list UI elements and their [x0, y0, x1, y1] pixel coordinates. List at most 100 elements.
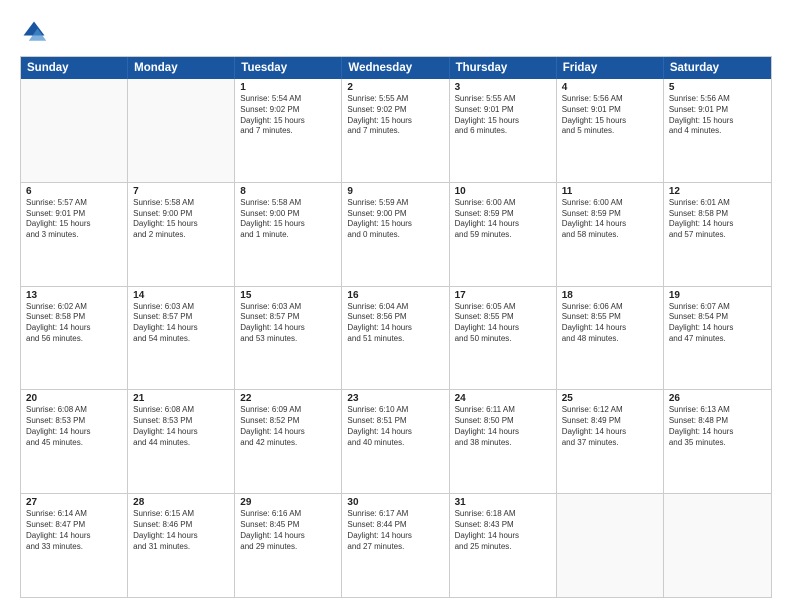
- day-number: 17: [455, 290, 551, 301]
- calendar-cell: 27Sunrise: 6:14 AMSunset: 8:47 PMDayligh…: [21, 494, 128, 597]
- day-number: 26: [669, 393, 766, 404]
- calendar-cell: 10Sunrise: 6:00 AMSunset: 8:59 PMDayligh…: [450, 183, 557, 286]
- calendar-cell: 31Sunrise: 6:18 AMSunset: 8:43 PMDayligh…: [450, 494, 557, 597]
- header-day-thursday: Thursday: [450, 57, 557, 79]
- day-number: 6: [26, 186, 122, 197]
- cell-info: Sunrise: 5:58 AMSunset: 9:00 PMDaylight:…: [240, 198, 336, 241]
- calendar-cell: 22Sunrise: 6:09 AMSunset: 8:52 PMDayligh…: [235, 390, 342, 493]
- calendar-cell: 5Sunrise: 5:56 AMSunset: 9:01 PMDaylight…: [664, 79, 771, 182]
- calendar-row-0: 1Sunrise: 5:54 AMSunset: 9:02 PMDaylight…: [21, 79, 771, 182]
- calendar-cell: 28Sunrise: 6:15 AMSunset: 8:46 PMDayligh…: [128, 494, 235, 597]
- calendar-row-2: 13Sunrise: 6:02 AMSunset: 8:58 PMDayligh…: [21, 286, 771, 390]
- calendar-cell: 16Sunrise: 6:04 AMSunset: 8:56 PMDayligh…: [342, 287, 449, 390]
- cell-info: Sunrise: 6:03 AMSunset: 8:57 PMDaylight:…: [240, 302, 336, 345]
- cell-info: Sunrise: 5:59 AMSunset: 9:00 PMDaylight:…: [347, 198, 443, 241]
- calendar-cell: 13Sunrise: 6:02 AMSunset: 8:58 PMDayligh…: [21, 287, 128, 390]
- calendar-cell: [21, 79, 128, 182]
- day-number: 11: [562, 186, 658, 197]
- calendar-cell: 26Sunrise: 6:13 AMSunset: 8:48 PMDayligh…: [664, 390, 771, 493]
- day-number: 1: [240, 82, 336, 93]
- cell-info: Sunrise: 5:55 AMSunset: 9:01 PMDaylight:…: [455, 94, 551, 137]
- calendar-cell: 4Sunrise: 5:56 AMSunset: 9:01 PMDaylight…: [557, 79, 664, 182]
- cell-info: Sunrise: 6:17 AMSunset: 8:44 PMDaylight:…: [347, 509, 443, 552]
- calendar-cell: [664, 494, 771, 597]
- calendar-cell: 7Sunrise: 5:58 AMSunset: 9:00 PMDaylight…: [128, 183, 235, 286]
- calendar-cell: 11Sunrise: 6:00 AMSunset: 8:59 PMDayligh…: [557, 183, 664, 286]
- calendar-cell: 24Sunrise: 6:11 AMSunset: 8:50 PMDayligh…: [450, 390, 557, 493]
- day-number: 25: [562, 393, 658, 404]
- cell-info: Sunrise: 6:03 AMSunset: 8:57 PMDaylight:…: [133, 302, 229, 345]
- day-number: 21: [133, 393, 229, 404]
- cell-info: Sunrise: 6:15 AMSunset: 8:46 PMDaylight:…: [133, 509, 229, 552]
- calendar-cell: [128, 79, 235, 182]
- day-number: 15: [240, 290, 336, 301]
- day-number: 14: [133, 290, 229, 301]
- calendar-cell: 18Sunrise: 6:06 AMSunset: 8:55 PMDayligh…: [557, 287, 664, 390]
- cell-info: Sunrise: 5:58 AMSunset: 9:00 PMDaylight:…: [133, 198, 229, 241]
- calendar-cell: 15Sunrise: 6:03 AMSunset: 8:57 PMDayligh…: [235, 287, 342, 390]
- calendar-cell: 19Sunrise: 6:07 AMSunset: 8:54 PMDayligh…: [664, 287, 771, 390]
- day-number: 8: [240, 186, 336, 197]
- logo-icon: [20, 18, 48, 46]
- day-number: 30: [347, 497, 443, 508]
- calendar-cell: 25Sunrise: 6:12 AMSunset: 8:49 PMDayligh…: [557, 390, 664, 493]
- cell-info: Sunrise: 6:08 AMSunset: 8:53 PMDaylight:…: [133, 405, 229, 448]
- cell-info: Sunrise: 6:04 AMSunset: 8:56 PMDaylight:…: [347, 302, 443, 345]
- page: SundayMondayTuesdayWednesdayThursdayFrid…: [0, 0, 792, 612]
- cell-info: Sunrise: 6:09 AMSunset: 8:52 PMDaylight:…: [240, 405, 336, 448]
- cell-info: Sunrise: 6:08 AMSunset: 8:53 PMDaylight:…: [26, 405, 122, 448]
- cell-info: Sunrise: 6:18 AMSunset: 8:43 PMDaylight:…: [455, 509, 551, 552]
- day-number: 22: [240, 393, 336, 404]
- cell-info: Sunrise: 5:55 AMSunset: 9:02 PMDaylight:…: [347, 94, 443, 137]
- day-number: 31: [455, 497, 551, 508]
- calendar-row-4: 27Sunrise: 6:14 AMSunset: 8:47 PMDayligh…: [21, 493, 771, 597]
- calendar-cell: 1Sunrise: 5:54 AMSunset: 9:02 PMDaylight…: [235, 79, 342, 182]
- day-number: 16: [347, 290, 443, 301]
- calendar-cell: 30Sunrise: 6:17 AMSunset: 8:44 PMDayligh…: [342, 494, 449, 597]
- cell-info: Sunrise: 5:57 AMSunset: 9:01 PMDaylight:…: [26, 198, 122, 241]
- day-number: 18: [562, 290, 658, 301]
- calendar: SundayMondayTuesdayWednesdayThursdayFrid…: [20, 56, 772, 598]
- cell-info: Sunrise: 6:01 AMSunset: 8:58 PMDaylight:…: [669, 198, 766, 241]
- day-number: 4: [562, 82, 658, 93]
- day-number: 13: [26, 290, 122, 301]
- calendar-cell: 23Sunrise: 6:10 AMSunset: 8:51 PMDayligh…: [342, 390, 449, 493]
- calendar-header: SundayMondayTuesdayWednesdayThursdayFrid…: [21, 57, 771, 79]
- day-number: 2: [347, 82, 443, 93]
- day-number: 23: [347, 393, 443, 404]
- header-day-saturday: Saturday: [664, 57, 771, 79]
- cell-info: Sunrise: 5:56 AMSunset: 9:01 PMDaylight:…: [562, 94, 658, 137]
- header-day-sunday: Sunday: [21, 57, 128, 79]
- header: [20, 18, 772, 46]
- calendar-row-1: 6Sunrise: 5:57 AMSunset: 9:01 PMDaylight…: [21, 182, 771, 286]
- day-number: 20: [26, 393, 122, 404]
- day-number: 19: [669, 290, 766, 301]
- day-number: 24: [455, 393, 551, 404]
- calendar-cell: 12Sunrise: 6:01 AMSunset: 8:58 PMDayligh…: [664, 183, 771, 286]
- header-day-wednesday: Wednesday: [342, 57, 449, 79]
- header-day-friday: Friday: [557, 57, 664, 79]
- cell-info: Sunrise: 5:56 AMSunset: 9:01 PMDaylight:…: [669, 94, 766, 137]
- cell-info: Sunrise: 6:13 AMSunset: 8:48 PMDaylight:…: [669, 405, 766, 448]
- calendar-cell: 6Sunrise: 5:57 AMSunset: 9:01 PMDaylight…: [21, 183, 128, 286]
- logo: [20, 18, 52, 46]
- header-day-monday: Monday: [128, 57, 235, 79]
- calendar-cell: 8Sunrise: 5:58 AMSunset: 9:00 PMDaylight…: [235, 183, 342, 286]
- day-number: 27: [26, 497, 122, 508]
- cell-info: Sunrise: 6:07 AMSunset: 8:54 PMDaylight:…: [669, 302, 766, 345]
- calendar-cell: 9Sunrise: 5:59 AMSunset: 9:00 PMDaylight…: [342, 183, 449, 286]
- day-number: 5: [669, 82, 766, 93]
- cell-info: Sunrise: 6:11 AMSunset: 8:50 PMDaylight:…: [455, 405, 551, 448]
- calendar-cell: [557, 494, 664, 597]
- calendar-cell: 3Sunrise: 5:55 AMSunset: 9:01 PMDaylight…: [450, 79, 557, 182]
- cell-info: Sunrise: 6:06 AMSunset: 8:55 PMDaylight:…: [562, 302, 658, 345]
- day-number: 9: [347, 186, 443, 197]
- cell-info: Sunrise: 6:00 AMSunset: 8:59 PMDaylight:…: [562, 198, 658, 241]
- day-number: 10: [455, 186, 551, 197]
- calendar-cell: 29Sunrise: 6:16 AMSunset: 8:45 PMDayligh…: [235, 494, 342, 597]
- calendar-body: 1Sunrise: 5:54 AMSunset: 9:02 PMDaylight…: [21, 79, 771, 597]
- cell-info: Sunrise: 6:05 AMSunset: 8:55 PMDaylight:…: [455, 302, 551, 345]
- header-day-tuesday: Tuesday: [235, 57, 342, 79]
- day-number: 29: [240, 497, 336, 508]
- cell-info: Sunrise: 6:14 AMSunset: 8:47 PMDaylight:…: [26, 509, 122, 552]
